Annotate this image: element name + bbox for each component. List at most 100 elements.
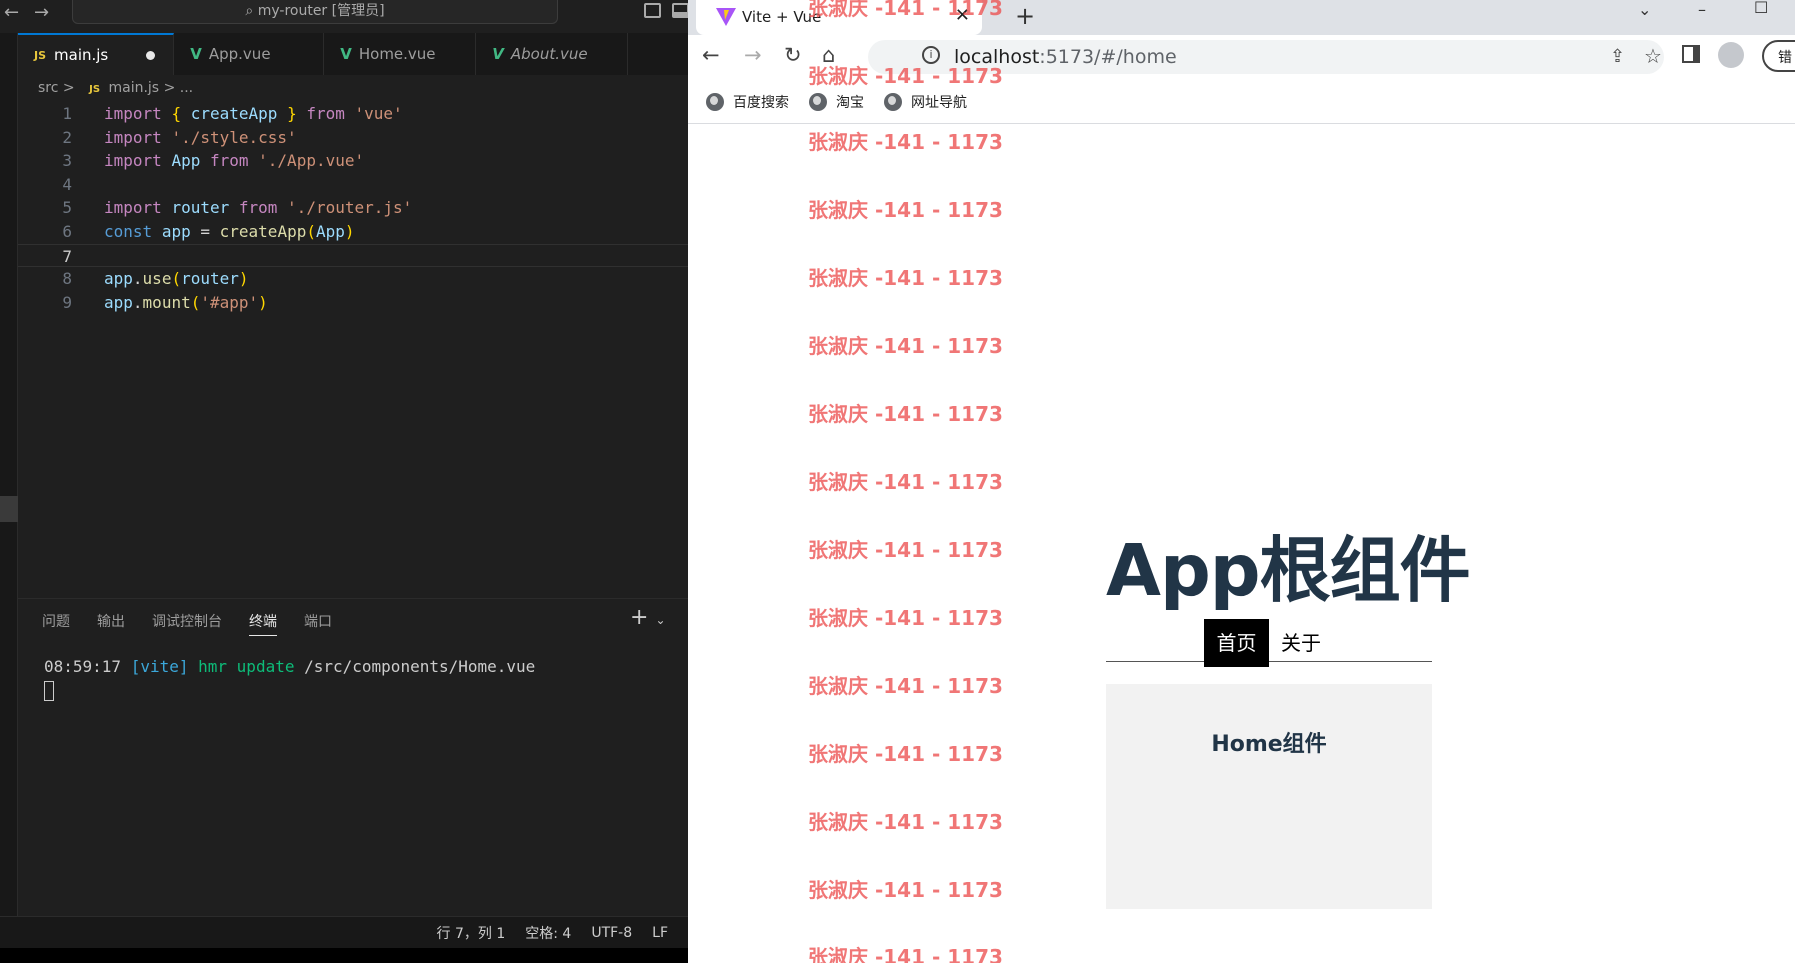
code-line[interactable]: 3 import App from './App.vue' [18, 149, 688, 173]
share-icon[interactable]: ⇪ [1610, 46, 1625, 67]
browser-tab-title: Vite + Vue [742, 8, 822, 26]
unsaved-dot-icon[interactable] [146, 50, 156, 60]
tab-app-vue[interactable]: V App.vue [174, 33, 325, 75]
browser-tab[interactable]: Vite + Vue ✕ [696, 0, 982, 35]
code-editor[interactable]: 1 import { createApp } from 'vue' 2 import… [18, 102, 688, 314]
forward-arrow-icon[interactable]: → [744, 43, 762, 67]
minimize-icon[interactable]: – [1698, 0, 1706, 19]
breadcrumb-folder[interactable]: src [38, 80, 58, 96]
terminal-output[interactable]: 08:59:17 [vite] hmr update /src/componen… [44, 657, 535, 676]
line-number: 6 [62, 221, 72, 241]
toggle-sidebar-icon[interactable] [644, 3, 661, 18]
bookmark-star-icon[interactable]: ☆ [1644, 44, 1662, 68]
tab-home-vue[interactable]: V Home.vue [324, 33, 477, 75]
editor-tabs: JS main.js V App.vue V Home.vue V About.… [18, 33, 688, 75]
globe-icon [809, 92, 827, 111]
address-bar[interactable]: i localhost:5173/#/home ⇪ ☆ [868, 40, 1664, 74]
tab-main-js[interactable]: JS main.js [18, 33, 175, 75]
status-encoding[interactable]: UTF-8 [591, 925, 632, 941]
code-line[interactable]: 9 app.mount('#app') [18, 291, 688, 315]
search-icon: ⌕ [245, 3, 254, 19]
tab-label: main.js [54, 46, 109, 64]
new-terminal-icon[interactable]: + ⌄ [630, 605, 666, 630]
activity-bar [0, 33, 18, 928]
line-number: 9 [62, 292, 72, 312]
profile-error-button[interactable]: 错 [1762, 40, 1795, 72]
panel-tabs: 问题 输出 调试控制台 终端 端口 [42, 611, 332, 636]
code-line-current[interactable]: 7 [18, 243, 688, 268]
tab-ports[interactable]: 端口 [304, 611, 332, 636]
router-nav: 首页 关于 [1106, 618, 1432, 667]
tab-label: About.vue [510, 45, 588, 63]
tab-label: Home.vue [358, 45, 436, 63]
vue-file-icon: V [190, 45, 202, 63]
globe-icon [884, 92, 902, 111]
line-number: 1 [62, 104, 72, 123]
home-icon[interactable]: ⌂ [822, 43, 835, 67]
terminal-cursor [44, 681, 54, 701]
bottom-panel: 问题 输出 调试控制台 终端 端口 + ⌄ 08:59:17 [vite] hm… [18, 598, 688, 916]
status-cursor-position[interactable]: 行 7，列 1 [437, 923, 506, 943]
line-number: 2 [62, 127, 72, 147]
vscode-titlebar: ← → ⌕ my-router [管理员] [0, 0, 688, 26]
code-line[interactable]: 5 import router from './router.js' [18, 196, 688, 220]
tab-debug-console[interactable]: 调试控制台 [152, 611, 222, 636]
reload-icon[interactable]: ↻ [784, 43, 802, 67]
line-number: 8 [62, 269, 72, 289]
status-eol[interactable]: LF [652, 925, 668, 941]
tab-terminal[interactable]: 终端 [249, 611, 277, 636]
code-line[interactable]: 4 [18, 173, 688, 197]
toggle-panel-icon[interactable] [672, 3, 688, 18]
breadcrumb-file[interactable]: main.js [108, 80, 159, 96]
browser-toolbar: ← → ↻ ⌂ i localhost:5173/#/home ⇪ ☆ 错 [688, 35, 1795, 78]
new-tab-icon[interactable]: + [1015, 2, 1035, 30]
status-indentation[interactable]: 空格: 4 [525, 923, 571, 943]
bookmark-taobao[interactable]: 淘宝 [809, 92, 864, 112]
line-number: 4 [62, 174, 72, 194]
command-center-search[interactable]: ⌕ my-router [管理员] [72, 0, 558, 24]
activity-bar-indicator[interactable] [0, 496, 18, 522]
vite-logo-icon [716, 8, 736, 26]
breadcrumb-tail[interactable]: > ... [164, 80, 194, 96]
status-bar: 行 7，列 1 空格: 4 UTF-8 LF [0, 916, 688, 948]
chevron-down-icon[interactable]: ⌄ [1638, 0, 1651, 19]
tab-about-vue[interactable]: V About.vue [476, 33, 629, 75]
close-tab-icon[interactable]: ✕ [955, 5, 970, 26]
nav-link-about[interactable]: 关于 [1281, 619, 1321, 667]
side-panel-icon[interactable] [1682, 45, 1700, 63]
tab-problems[interactable]: 问题 [42, 611, 70, 636]
browser-tabbar: Vite + Vue ✕ + ⌄ – ☐ [688, 0, 1795, 35]
code-line[interactable]: 2 import './style.css' [18, 126, 688, 150]
js-file-icon: JS [34, 48, 47, 62]
line-number: 3 [62, 151, 72, 171]
page-content: App根组件 首页 关于 Home组件 [688, 124, 1795, 963]
line-number: 7 [62, 246, 72, 266]
tab-label: App.vue [208, 45, 271, 63]
code-line[interactable]: 6 const app = createApp(App) [18, 220, 688, 244]
back-arrow-icon[interactable]: ← [702, 43, 720, 67]
vue-file-icon: V [492, 45, 504, 63]
breadcrumb-separator: > [62, 80, 75, 96]
site-info-icon[interactable]: i [922, 46, 940, 64]
code-line[interactable]: 8 app.use(router) [18, 267, 688, 291]
code-line[interactable]: 1 import { createApp } from 'vue' [18, 102, 688, 126]
workspace-title: my-router [管理员] [257, 3, 385, 19]
router-view: Home组件 [1106, 684, 1432, 909]
profile-avatar-icon[interactable] [1718, 42, 1744, 68]
tab-output[interactable]: 输出 [97, 611, 125, 636]
taskbar-edge [0, 948, 688, 963]
back-arrow-icon[interactable]: ← [4, 2, 19, 23]
vscode-window: ← → ⌕ my-router [管理员] JS main.js V App.v… [0, 0, 688, 963]
bookmark-nav[interactable]: 网址导航 [884, 92, 967, 112]
nav-link-home[interactable]: 首页 [1204, 619, 1269, 667]
forward-arrow-icon[interactable]: → [34, 2, 49, 23]
bookmark-baidu[interactable]: 百度搜索 [706, 92, 789, 112]
maximize-icon[interactable]: ☐ [1754, 0, 1768, 17]
bookmarks-bar: 百度搜索 淘宝 网址导航 [688, 80, 1795, 124]
chevron-down-icon[interactable]: ⌄ [655, 613, 665, 627]
url-text[interactable]: localhost:5173/#/home [954, 46, 1177, 68]
line-number: 5 [62, 198, 72, 218]
js-file-icon: JS [89, 84, 101, 95]
page-title: App根组件 [1106, 529, 1471, 612]
breadcrumb: src > JS main.js > ... [38, 80, 193, 96]
